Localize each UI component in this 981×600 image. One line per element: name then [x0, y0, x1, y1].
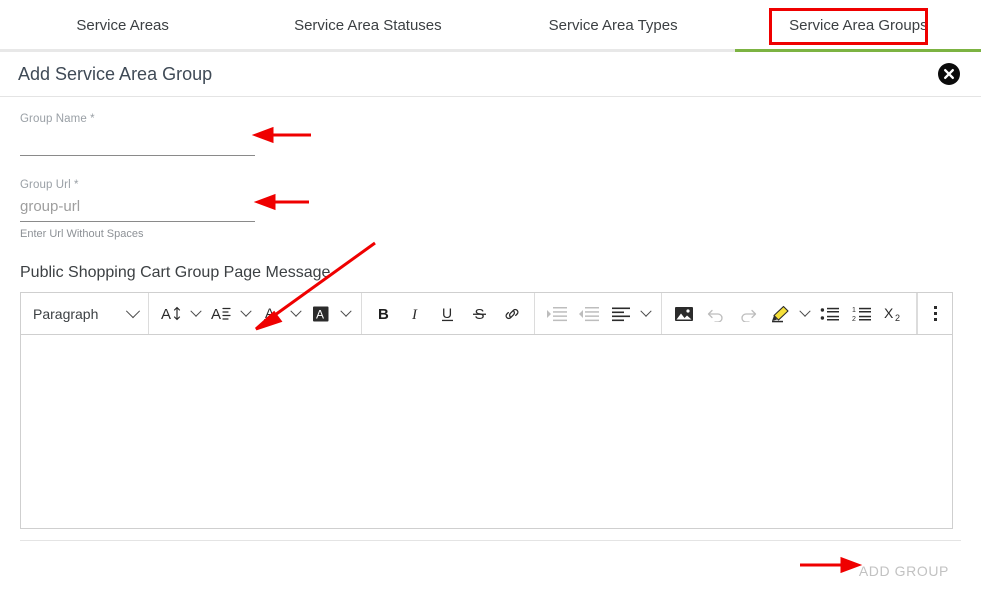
- group-name-field-wrapper: Group Name *: [20, 111, 961, 156]
- toolbar-group-more: [917, 293, 952, 334]
- tab-service-area-groups[interactable]: Service Area Groups: [736, 0, 981, 52]
- footer: ADD GROUP: [0, 541, 981, 600]
- tab-label: Service Areas: [76, 17, 169, 34]
- toolbar-group-paragraph: [535, 293, 662, 334]
- tab-service-area-statuses[interactable]: Service Area Statuses: [245, 0, 490, 52]
- tab-service-area-types[interactable]: Service Area Types: [491, 0, 736, 52]
- font-size-chevron-down-icon[interactable]: [187, 300, 205, 328]
- add-group-button[interactable]: ADD GROUP: [851, 555, 957, 587]
- group-url-hint: Enter Url Without Spaces: [20, 228, 144, 240]
- chevron-down-icon: [125, 303, 141, 318]
- line-height-icon[interactable]: A: [205, 300, 237, 328]
- group-url-label: Group Url *: [20, 179, 79, 191]
- svg-text:X: X: [884, 305, 894, 321]
- background-color-chevron-down-icon[interactable]: [337, 300, 355, 328]
- svg-text:A: A: [211, 306, 221, 323]
- editor-toolbar: Paragraph A A A A B I U S 1 2 X 2: [21, 293, 952, 335]
- svg-text:2: 2: [852, 316, 856, 322]
- group-url-field-wrapper: Group Url * Enter Url Without Spaces: [20, 177, 961, 241]
- vertical-dots-icon[interactable]: [918, 306, 952, 321]
- numbered-list-icon[interactable]: 1 2: [846, 300, 878, 328]
- highlighter-icon[interactable]: [764, 300, 796, 328]
- svg-text:1: 1: [852, 307, 856, 314]
- toolbar-group-font: A A A A: [149, 293, 362, 334]
- align-chevron-down-icon[interactable]: [637, 300, 655, 328]
- bulleted-list-icon[interactable]: [814, 300, 846, 328]
- italic-icon[interactable]: I: [400, 300, 432, 328]
- svg-text:B: B: [378, 306, 389, 323]
- close-icon[interactable]: [938, 63, 960, 85]
- line-height-chevron-down-icon[interactable]: [237, 300, 255, 328]
- editor-content-area[interactable]: [21, 335, 952, 528]
- group-url-input[interactable]: [20, 193, 255, 222]
- tab-label: Service Area Groups: [789, 17, 928, 34]
- svg-text:U: U: [442, 305, 452, 321]
- svg-text:A: A: [161, 306, 171, 323]
- block-format-value: Paragraph: [33, 305, 99, 322]
- underline-icon[interactable]: U: [432, 300, 464, 328]
- strikethrough-icon[interactable]: S: [464, 300, 496, 328]
- message-section-title: Public Shopping Cart Group Page Message: [20, 264, 331, 281]
- text-color-chevron-down-icon[interactable]: [287, 300, 305, 328]
- background-color-icon[interactable]: A: [305, 300, 337, 328]
- font-size-icon[interactable]: A: [155, 300, 187, 328]
- indent-icon[interactable]: [541, 300, 573, 328]
- align-left-icon[interactable]: [605, 300, 637, 328]
- tab-label: Service Area Statuses: [294, 17, 442, 34]
- page-title: Add Service Area Group: [18, 63, 213, 84]
- form-area: Group Name * Group Url * Enter Url Witho…: [0, 97, 981, 529]
- tab-bar: Service Areas Service Area Statuses Serv…: [0, 0, 981, 52]
- toolbar-group-inline-style: B I U S: [362, 293, 535, 334]
- tab-service-areas[interactable]: Service Areas: [0, 0, 245, 52]
- block-format-select[interactable]: Paragraph: [21, 293, 149, 334]
- bold-icon[interactable]: B: [368, 300, 400, 328]
- redo-icon[interactable]: [732, 300, 764, 328]
- image-icon[interactable]: [668, 300, 700, 328]
- rich-text-editor: Paragraph A A A A B I U S 1 2 X 2: [20, 292, 953, 529]
- group-name-label: Group Name *: [20, 113, 95, 125]
- toolbar-group-insert: 1 2 X 2: [662, 293, 917, 334]
- group-name-input[interactable]: [20, 127, 255, 156]
- undo-icon[interactable]: [700, 300, 732, 328]
- svg-text:A: A: [265, 305, 275, 321]
- svg-text:I: I: [411, 307, 418, 323]
- link-icon[interactable]: [496, 300, 528, 328]
- subscript-icon[interactable]: X 2: [878, 300, 910, 328]
- outdent-icon[interactable]: [573, 300, 605, 328]
- panel-header: Add Service Area Group: [0, 52, 981, 97]
- text-color-icon[interactable]: A: [255, 300, 287, 328]
- svg-text:2: 2: [895, 313, 900, 323]
- svg-text:A: A: [316, 307, 324, 321]
- tab-label: Service Area Types: [548, 17, 678, 34]
- highlight-chevron-down-icon[interactable]: [796, 300, 814, 328]
